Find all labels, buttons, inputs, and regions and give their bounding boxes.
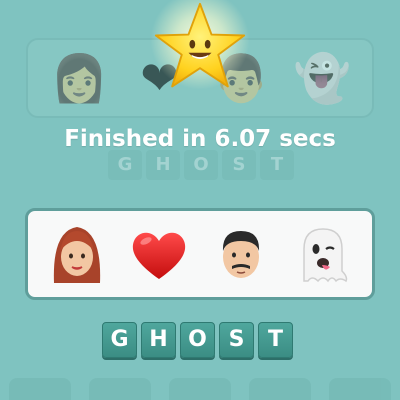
red-heart-icon [132, 232, 186, 279]
bottom-toolbar [0, 370, 400, 400]
toolbar-button [89, 378, 151, 400]
emoji-puzzle-card [25, 208, 375, 300]
background-answer-tiles: G H O S T [108, 150, 294, 180]
toolbar-button [169, 378, 231, 400]
background-tile: G [108, 150, 142, 180]
background-ghost-emoji: 👻 [293, 51, 351, 105]
background-tile: T [260, 150, 294, 180]
man-face-icon [222, 231, 260, 278]
toolbar-button [249, 378, 311, 400]
background-tile: H [146, 150, 180, 180]
finished-time-text: Finished in 6.07 secs [64, 126, 336, 152]
answer-tile[interactable]: T [258, 322, 293, 358]
smiling-star-icon [154, 2, 246, 88]
toolbar-button [9, 378, 71, 400]
answer-tile[interactable]: S [219, 322, 254, 358]
answer-tile[interactable]: G [102, 322, 137, 358]
answer-tile[interactable]: O [180, 322, 215, 358]
answer-tiles: G H O S T [102, 322, 293, 358]
toolbar-button [329, 378, 391, 400]
woman-face-icon [53, 227, 101, 283]
background-tile: S [222, 150, 256, 180]
ghost-icon [303, 228, 348, 283]
answer-tile[interactable]: H [141, 322, 176, 358]
background-woman-emoji: 👩 [50, 51, 108, 105]
background-tile: O [184, 150, 218, 180]
